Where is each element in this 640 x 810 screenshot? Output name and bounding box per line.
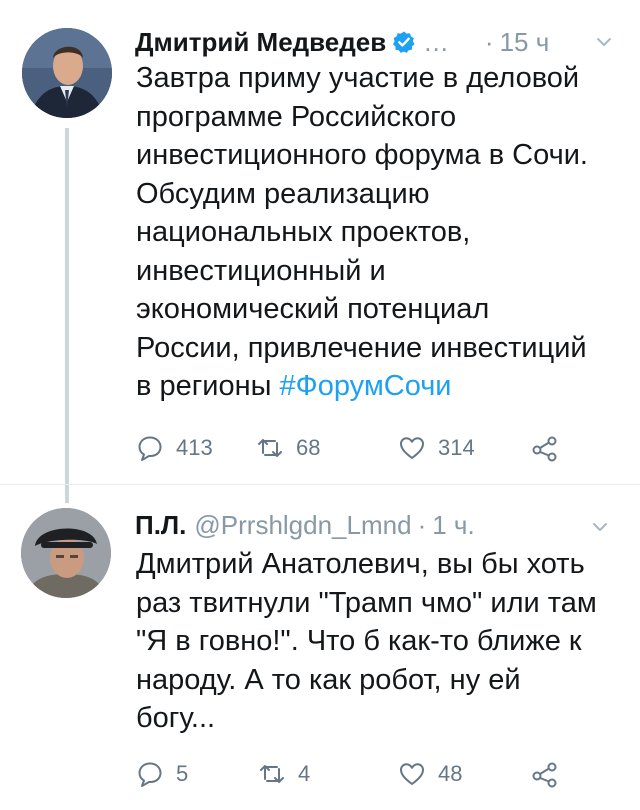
reply-icon	[138, 762, 162, 787]
tweet-text-line: национальных проектов,	[136, 216, 471, 248]
name-ellipsis: ...	[424, 26, 449, 57]
like-count: 48	[438, 761, 463, 786]
share-icon	[532, 436, 557, 462]
retweet-count: 4	[298, 761, 311, 786]
retweet-count: 68	[296, 435, 321, 460]
avatar-pl[interactable]	[21, 508, 111, 598]
tweet-text-line-last: в регионы #ФорумСочи	[136, 367, 622, 406]
author-handle[interactable]: @Prrshlgdn_Lmnd	[194, 510, 411, 541]
retweet-button[interactable]: 68	[256, 434, 320, 462]
tweet-actions: 413 68 314	[136, 434, 576, 470]
share-button[interactable]	[531, 760, 559, 788]
time-separator: ·	[484, 26, 494, 57]
share-icon	[532, 762, 557, 788]
retweet-icon	[258, 439, 282, 457]
tweet-actions: 5 4 48	[136, 760, 576, 796]
tweet-medvedev[interactable]: Дмитрий Медведев ... · 15 ч Завтра приму…	[0, 0, 640, 503]
tweet-text-line: народу. А то как робот, ну ей	[136, 663, 521, 696]
like-button[interactable]: 48	[398, 760, 462, 788]
tweet-text-line: богу...	[136, 702, 216, 734]
tweet-time[interactable]: 1 ч.	[432, 510, 474, 541]
tweet-text-line: Дмитрий Анатолевич, вы бы хоть	[136, 548, 585, 580]
like-button[interactable]: 314	[398, 434, 475, 462]
reply-count: 413	[176, 435, 213, 460]
avatar-medvedev[interactable]	[22, 28, 112, 118]
hashtag-link[interactable]: #ФорумСочи	[280, 370, 452, 402]
thread-line	[65, 128, 69, 503]
tweet-text-line: инвестиционный и	[136, 254, 386, 287]
verified-badge-icon	[393, 31, 415, 53]
tweet-text: Дмитрий Анатолевич, вы бы хоть раз твитн…	[136, 545, 622, 738]
tweet-text-line: программе Российского	[136, 100, 457, 133]
like-icon	[400, 763, 424, 785]
tweet-text-tail: в регионы	[136, 370, 280, 402]
tweet-text-line: России, привлечение инвестиций	[136, 331, 587, 364]
tweet-reply[interactable]: П.Л. @Prrshlgdn_Lmnd · 1 ч. Дмитрий Анат…	[0, 485, 640, 810]
tweet-text: Завтра приму участие в деловой программе…	[136, 59, 622, 406]
tweet-text-line: Обсудим реализацию	[136, 177, 430, 210]
reply-button[interactable]: 413	[136, 434, 213, 462]
author-name[interactable]: Дмитрий Медведев	[135, 27, 386, 58]
chevron-down-icon[interactable]	[594, 32, 614, 52]
tweet-text-line: "Я в говно!". Что б как-то ближе к	[136, 625, 582, 657]
tweet-text-line: инвестиционного форума в Сочи.	[136, 139, 588, 171]
chevron-down-icon[interactable]	[590, 517, 610, 537]
tweet-text-line: Завтра приму участие в деловой	[136, 62, 580, 94]
time-separator: ·	[417, 509, 427, 540]
author-name[interactable]: П.Л.	[135, 510, 186, 541]
like-count: 314	[438, 435, 475, 460]
reply-icon	[138, 436, 162, 461]
tweet-text-line: экономический потенциал	[136, 293, 490, 325]
tweet-text-line: раз твитнули "Трамп чмо" или там	[136, 586, 597, 619]
reply-button[interactable]: 5	[136, 760, 188, 788]
tweet-time[interactable]: 15 ч	[500, 27, 550, 58]
retweet-icon	[260, 765, 284, 783]
reply-count: 5	[176, 761, 189, 786]
share-button[interactable]	[531, 434, 559, 462]
like-icon	[400, 437, 424, 459]
retweet-button[interactable]: 4	[258, 760, 310, 788]
